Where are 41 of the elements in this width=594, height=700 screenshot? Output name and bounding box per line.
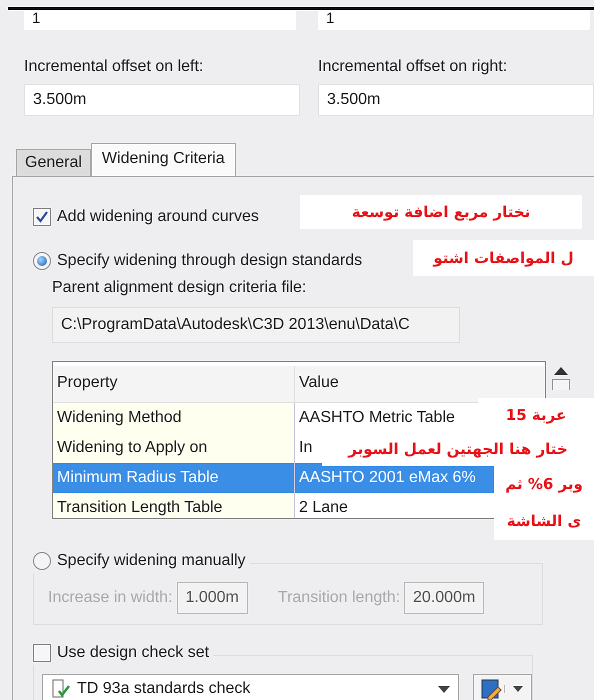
checklist-icon	[51, 679, 71, 699]
scroll-up-icon[interactable]	[554, 367, 568, 375]
checkbox-label: Use design check set	[57, 644, 210, 662]
field-label: Incremental offset on right:	[318, 58, 508, 76]
field-label: Incremental offset on left:	[24, 58, 204, 76]
radio-label: Specify widening through design standards	[57, 252, 362, 270]
offset-field[interactable]: 3.500m	[318, 84, 594, 116]
checkbox[interactable]	[33, 644, 51, 662]
table-cell[interactable]: Widening Method	[53, 403, 295, 433]
radio-button[interactable]	[33, 252, 51, 270]
table-cell[interactable]: AASHTO Metric Table	[295, 403, 457, 433]
radio-button[interactable]	[33, 552, 51, 570]
table-cell[interactable]: In	[295, 433, 314, 463]
caption-text: عربة 15	[478, 398, 594, 432]
caption-text: نختار مربع اضافة توسعة	[300, 195, 582, 229]
caption-text: وبر 6% ثم	[494, 466, 594, 502]
table-cell[interactable]: Transition Length Table	[53, 493, 295, 518]
edit-button[interactable]	[473, 674, 532, 700]
checkbox-label: Add widening around curves	[57, 208, 259, 226]
text-field[interactable]: 1	[318, 10, 590, 30]
check-set-dropdown[interactable]: TD 93a standards check	[42, 674, 459, 700]
tab[interactable]: Widening Criteria	[90, 143, 236, 176]
text-field[interactable]: 1	[24, 10, 296, 30]
caption-text: ى الشاشة	[494, 502, 594, 540]
tab[interactable]: General	[16, 149, 91, 176]
caret-icon	[438, 686, 450, 692]
field-label: Transition length:	[278, 589, 400, 607]
field-label: Increase in width:	[48, 589, 173, 607]
radio-label: Specify widening manually	[57, 552, 246, 570]
file-path-field[interactable]: C:\ProgramData\Autodesk\C3D 2013\enu\Data\C	[52, 307, 460, 343]
offset-field[interactable]: 3.500m	[24, 84, 300, 116]
field-label: Parent alignment design criteria file:	[52, 279, 308, 297]
input-field[interactable]: 20.000m	[404, 582, 484, 614]
caption-text: ل المواصفات اشتو	[413, 240, 594, 276]
table-cell[interactable]: 2 Lane	[295, 493, 350, 518]
caption-text: ختار هنا الجهتين لعمل السوبر	[322, 432, 594, 466]
checkbox[interactable]	[33, 208, 51, 226]
input-field[interactable]: 1.000m	[176, 582, 248, 614]
column-header[interactable]: Value	[295, 366, 341, 402]
table-cell[interactable]: Widening to Apply on	[53, 433, 295, 463]
scrollbar-thumb[interactable]	[552, 379, 570, 390]
